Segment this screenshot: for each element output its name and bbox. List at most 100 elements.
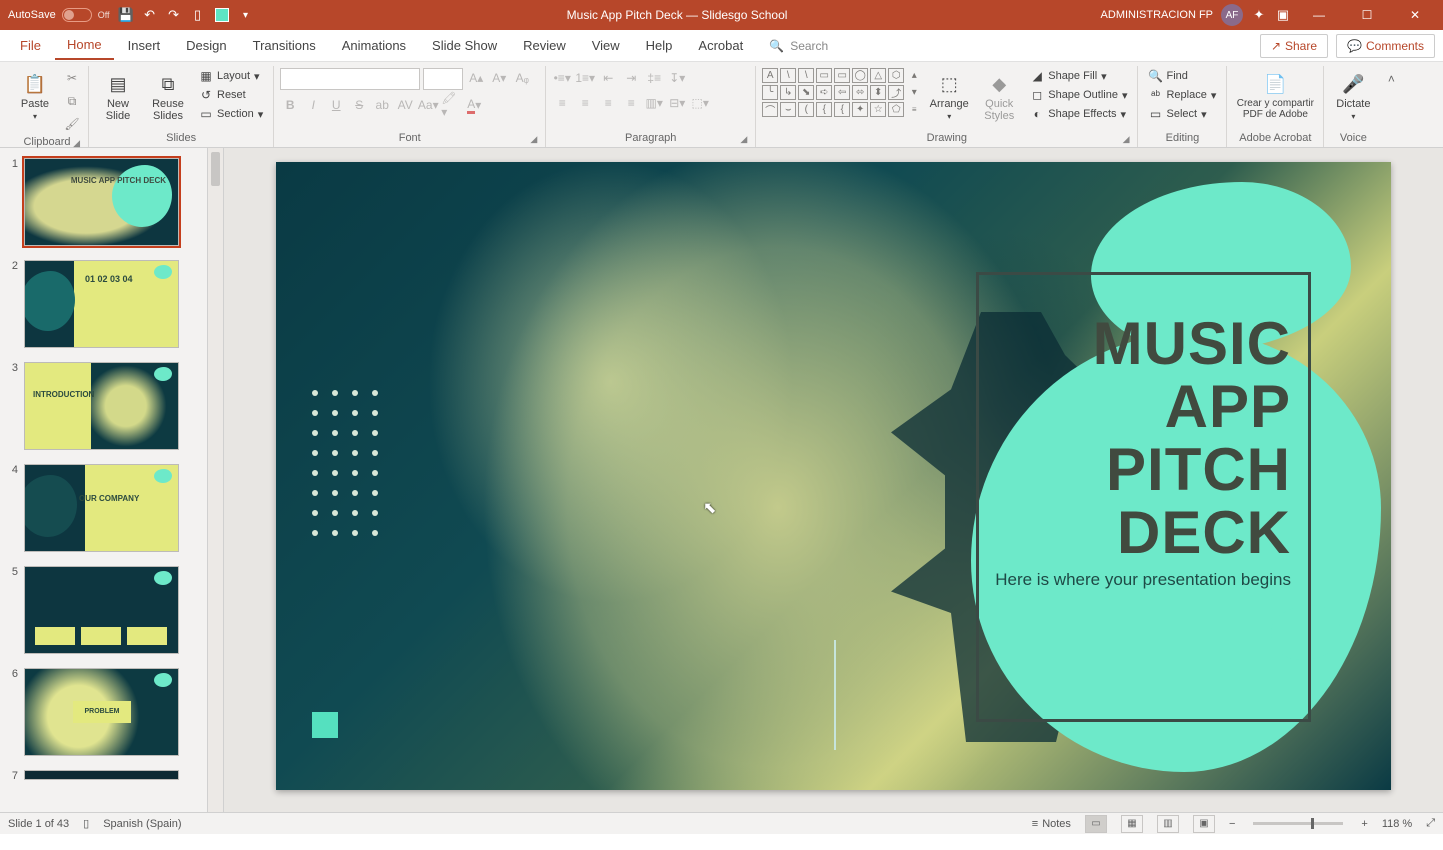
thumbnail-scrollbar[interactable] — [208, 148, 224, 812]
copy-icon[interactable]: ⧉ — [62, 91, 82, 111]
tab-help[interactable]: Help — [634, 32, 685, 59]
text-shadow-button[interactable]: ab — [372, 95, 392, 115]
tab-review[interactable]: Review — [511, 32, 578, 59]
justify-button[interactable]: ≡ — [621, 93, 641, 113]
tab-slideshow[interactable]: Slide Show — [420, 32, 509, 59]
accessibility-icon[interactable]: ▯ — [83, 817, 89, 830]
reuse-slides-button[interactable]: ⧉ Reuse Slides — [145, 68, 191, 126]
numbering-button[interactable]: 1≡▾ — [575, 68, 595, 88]
shapes-gallery[interactable]: A\\▭▭◯△⬡▴ ╰↳⬊➪⇦⬄⬍⤴▾ ⌒⌣({{✦☆⬠≡ — [762, 68, 922, 117]
user-avatar[interactable]: AF — [1221, 4, 1243, 26]
bold-button[interactable]: B — [280, 95, 300, 115]
shape-outline-button[interactable]: ◻Shape Outline ▾ — [1026, 87, 1131, 103]
tab-animations[interactable]: Animations — [330, 32, 418, 59]
layout-button[interactable]: ▦Layout ▾ — [195, 68, 267, 84]
format-painter-icon[interactable]: 🖌 — [62, 114, 82, 134]
close-button[interactable]: ✕ — [1395, 0, 1435, 30]
slideshow-view-button[interactable]: ▣ — [1193, 815, 1215, 833]
zoom-in-button[interactable]: + — [1361, 818, 1367, 830]
font-family-combo[interactable] — [280, 68, 420, 90]
dialog-launcher-icon[interactable]: ◢ — [740, 134, 747, 145]
slide-thumbnail-panel[interactable]: 1 MUSIC APP PITCH DECK 2 01 02 03 04 3 I… — [0, 148, 208, 812]
dialog-launcher-icon[interactable]: ◢ — [1123, 134, 1130, 145]
columns-button[interactable]: ▥▾ — [644, 93, 664, 113]
notes-button[interactable]: ≡Notes — [1032, 818, 1071, 830]
reset-button[interactable]: ↺Reset — [195, 87, 267, 103]
theme-color-swatch[interactable] — [214, 7, 230, 23]
align-right-button[interactable]: ≡ — [598, 93, 618, 113]
align-left-button[interactable]: ≡ — [552, 93, 572, 113]
undo-icon[interactable]: ↶ — [142, 7, 158, 23]
strikethrough-button[interactable]: S — [349, 95, 369, 115]
tab-acrobat[interactable]: Acrobat — [686, 32, 755, 59]
highlight-color-button[interactable]: 🖍▾ — [441, 95, 461, 115]
align-text-button[interactable]: ⊟▾ — [667, 93, 687, 113]
qat-more-icon[interactable]: ▾ — [238, 7, 254, 23]
autosave-toggle[interactable]: AutoSave Off — [8, 8, 110, 22]
underline-button[interactable]: U — [326, 95, 346, 115]
decrease-indent-icon[interactable]: ⇤ — [598, 68, 618, 88]
find-button[interactable]: 🔍Find — [1144, 68, 1220, 84]
text-direction-button[interactable]: ↧▾ — [667, 68, 687, 88]
slide-sorter-view-button[interactable]: ▦ — [1121, 815, 1143, 833]
slide-thumbnail-2[interactable]: 01 02 03 04 — [24, 260, 179, 348]
slide-thumbnail-1[interactable]: MUSIC APP PITCH DECK — [24, 158, 179, 246]
zoom-slider[interactable] — [1253, 822, 1343, 825]
slide-thumbnail-6[interactable]: PROBLEM — [24, 668, 179, 756]
font-color-button[interactable]: A▾ — [464, 95, 484, 115]
change-case-button[interactable]: Aa▾ — [418, 95, 438, 115]
collapse-ribbon-button[interactable]: ˄ — [1382, 66, 1400, 152]
comments-button[interactable]: 💬Comments — [1336, 34, 1435, 58]
ribbon-display-icon[interactable]: ▣ — [1275, 7, 1291, 23]
start-from-beginning-icon[interactable]: ▯ — [190, 7, 206, 23]
section-button[interactable]: ▭Section ▾ — [195, 106, 267, 122]
canvas-scrollbar[interactable] — [1427, 150, 1441, 810]
tab-transitions[interactable]: Transitions — [241, 32, 328, 59]
coming-soon-icon[interactable]: ✦ — [1251, 7, 1267, 23]
slide-position[interactable]: Slide 1 of 43 — [8, 818, 69, 830]
line-spacing-button[interactable]: ‡≡ — [644, 68, 664, 88]
tab-design[interactable]: Design — [174, 32, 238, 59]
dialog-launcher-icon[interactable]: ◢ — [530, 134, 537, 145]
shape-fill-button[interactable]: ◢Shape Fill ▾ — [1026, 68, 1131, 84]
slide-thumbnail-5[interactable] — [24, 566, 179, 654]
fit-to-window-button[interactable]: ⤢ — [1426, 817, 1435, 830]
arrange-button[interactable]: ⬚Arrange▾ — [926, 68, 972, 125]
save-icon[interactable]: 💾 — [118, 7, 134, 23]
shape-textbox-icon[interactable]: A — [762, 68, 778, 83]
character-spacing-button[interactable]: AV — [395, 95, 415, 115]
clear-formatting-icon[interactable]: Aᵩ — [512, 68, 532, 88]
normal-view-button[interactable]: ▭ — [1085, 815, 1107, 833]
align-center-button[interactable]: ≡ — [575, 93, 595, 113]
zoom-out-button[interactable]: − — [1229, 818, 1235, 830]
tell-me-search[interactable]: 🔍 Search — [757, 39, 828, 53]
decrease-font-icon[interactable]: A▾ — [489, 68, 509, 88]
slide-thumbnail-7[interactable] — [24, 770, 179, 780]
dialog-launcher-icon[interactable]: ◢ — [73, 138, 80, 149]
shape-effects-button[interactable]: ◐Shape Effects ▾ — [1026, 106, 1131, 122]
dictate-button[interactable]: 🎤 Dictate ▾ — [1330, 68, 1376, 125]
reading-view-button[interactable]: ▥ — [1157, 815, 1179, 833]
minimize-button[interactable]: — — [1299, 0, 1339, 30]
quick-styles-button[interactable]: ◆Quick Styles — [976, 68, 1022, 126]
slide-title[interactable]: MUSIC APP PITCH DECK — [991, 312, 1291, 564]
replace-button[interactable]: ᵃᵇReplace ▾ — [1144, 87, 1220, 103]
slide-subtitle[interactable]: Here is where your presentation begins — [971, 570, 1291, 590]
new-slide-button[interactable]: ▤ New Slide — [95, 68, 141, 126]
paste-button[interactable]: 📋 Paste ▾ — [12, 68, 58, 125]
slide-thumbnail-3[interactable]: INTRODUCTION — [24, 362, 179, 450]
bullets-button[interactable]: •≡▾ — [552, 68, 572, 88]
language-status[interactable]: Spanish (Spain) — [103, 818, 181, 830]
maximize-button[interactable]: ☐ — [1347, 0, 1387, 30]
cut-icon[interactable]: ✂ — [62, 68, 82, 88]
italic-button[interactable]: I — [303, 95, 323, 115]
zoom-level[interactable]: 118 % — [1382, 818, 1412, 830]
adobe-pdf-button[interactable]: 📄 Crear y compartir PDF de Adobe — [1233, 68, 1317, 124]
slide-canvas-area[interactable]: MUSIC APP PITCH DECK Here is where your … — [224, 148, 1443, 812]
increase-indent-icon[interactable]: ⇥ — [621, 68, 641, 88]
account-name[interactable]: ADMINISTRACION FP — [1101, 9, 1213, 21]
redo-icon[interactable]: ↷ — [166, 7, 182, 23]
slide-thumbnail-4[interactable]: OUR COMPANY — [24, 464, 179, 552]
tab-insert[interactable]: Insert — [116, 32, 173, 59]
share-button[interactable]: ↗Share — [1260, 34, 1328, 58]
